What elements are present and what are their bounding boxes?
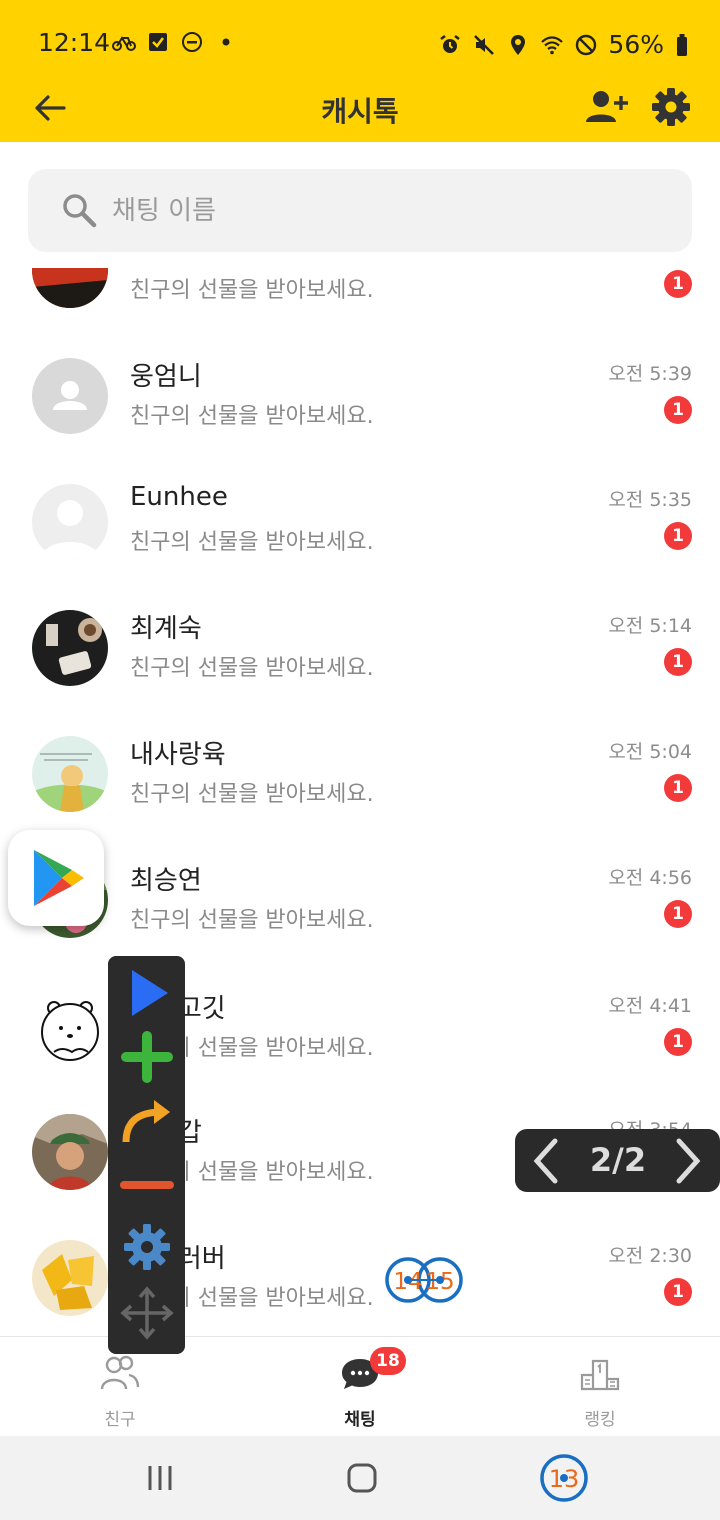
- avatar: [32, 990, 108, 1066]
- status-right-icons: 56%: [438, 30, 690, 59]
- redo-arrow-icon[interactable]: [118, 1092, 176, 1150]
- dot-icon: [222, 38, 230, 46]
- avatar: [32, 484, 108, 560]
- chat-row[interactable]: 최승연 친구의 선물을 받아보세요. 오전 4:56 1: [0, 845, 720, 971]
- chat-preview: 친구의 선물을 받아보세요.: [130, 404, 374, 429]
- location-icon: [511, 34, 526, 55]
- status-time: 12:14: [38, 28, 111, 57]
- avatar: [32, 1114, 108, 1190]
- page-indicator: 2/2: [515, 1129, 720, 1192]
- dnd-icon: [182, 32, 202, 52]
- chat-time: 오전 4:56: [608, 867, 692, 889]
- blocked-icon: [576, 34, 597, 55]
- chat-row[interactable]: 웅엄니 친구의 선물을 받아보세요. 오전 5:39 1: [0, 341, 720, 467]
- alarm-icon: [440, 34, 461, 53]
- move-handle-icon[interactable]: [118, 1284, 176, 1342]
- avatar: [32, 268, 108, 308]
- chat-name: 최승연: [130, 866, 202, 896]
- chevron-left-icon[interactable]: [529, 1137, 563, 1185]
- unread-badge: 1: [664, 648, 692, 676]
- add-button[interactable]: [118, 1028, 176, 1086]
- chat-time: 오전 4:41: [608, 995, 692, 1017]
- toolbar-settings-icon[interactable]: [118, 1218, 176, 1276]
- chat-preview: 친구의 선물을 받아보세요.: [130, 656, 374, 681]
- unread-badge: 1: [664, 270, 692, 298]
- avatar: [32, 610, 108, 686]
- app-bar: 캐시톡: [0, 72, 720, 142]
- bottom-nav: 친구 18 채팅 랭킹: [0, 1336, 720, 1436]
- macro-marker-icon[interactable]: 13: [538, 1452, 590, 1504]
- remove-button[interactable]: [118, 1156, 176, 1214]
- chat-row[interactable]: Eunhee 친구의 선물을 받아보세요. 오전 5:35 1: [0, 467, 720, 593]
- system-nav-bar: 13: [0, 1436, 720, 1520]
- chat-time: 오전 2:30: [608, 1245, 692, 1267]
- chat-name: 내사랑육: [130, 740, 226, 770]
- screen: 12:14 56% 캐시톡 채팅 이름 친구의 선물을 받아보세요. 1 웅엄니…: [0, 0, 720, 1520]
- page-counter: 2/2: [589, 1141, 647, 1179]
- chat-time: 오전 5:35: [608, 489, 692, 511]
- avatar: [32, 1240, 108, 1316]
- unread-badge: 1: [664, 900, 692, 928]
- chat-preview: 친구의 선물을 받아보세요.: [130, 782, 374, 807]
- unread-badge: 1: [664, 1278, 692, 1306]
- search-input[interactable]: [112, 191, 652, 231]
- recents-button[interactable]: [138, 1456, 182, 1500]
- settings-button[interactable]: [650, 86, 692, 128]
- unread-badge: 1: [664, 774, 692, 802]
- bike-icon: [112, 36, 136, 51]
- chat-preview: 친구의 선물을 받아보세요.: [130, 530, 374, 555]
- unread-badge: 1: [664, 522, 692, 550]
- chat-preview: 친구의 선물을 받아보세요.: [130, 908, 374, 933]
- macro-touch-markers[interactable]: 14 15: [384, 1256, 468, 1306]
- play-store-icon: [34, 850, 84, 906]
- tab-ranking-label: 랭킹: [584, 1410, 616, 1430]
- chat-row[interactable]: 내사랑육 친구의 선물을 받아보세요. 오전 5:04 1: [0, 719, 720, 845]
- tab-chat[interactable]: 18 채팅: [240, 1337, 480, 1437]
- chevron-right-icon[interactable]: [671, 1137, 705, 1185]
- friends-icon: [100, 1355, 140, 1390]
- mute-icon: [474, 34, 495, 55]
- tab-chat-label: 채팅: [344, 1410, 376, 1430]
- wifi-icon: [541, 35, 564, 54]
- avatar: [32, 736, 108, 812]
- unread-badge: 1: [664, 396, 692, 424]
- tab-friends-label: 친구: [104, 1410, 136, 1430]
- chat-name: 웅엄니: [130, 362, 202, 392]
- avatar: [32, 358, 108, 434]
- chat-time: 오전 5:14: [608, 615, 692, 637]
- chat-name: 최계숙: [130, 614, 202, 644]
- chat-time: 오전 5:39: [608, 363, 692, 385]
- podium-icon: [580, 1359, 620, 1391]
- chat-row[interactable]: 최계숙 친구의 선물을 받아보세요. 오전 5:14 1: [0, 593, 720, 719]
- chat-row[interactable]: 친구의 선물을 받아보세요. 1: [0, 268, 720, 341]
- status-left-icons: [112, 30, 238, 54]
- play-button[interactable]: [118, 964, 176, 1022]
- battery-icon: [677, 33, 687, 56]
- add-friend-button[interactable]: [584, 86, 628, 128]
- battery-percent: 56%: [608, 30, 664, 59]
- chat-preview: 친구의 선물을 받아보세요.: [130, 278, 374, 303]
- search-icon: [63, 194, 97, 228]
- chat-name: Eunhee: [130, 482, 228, 512]
- checkbox-icon: [149, 33, 167, 51]
- tab-ranking[interactable]: 랭킹: [480, 1337, 720, 1437]
- macro-toolbar: [108, 956, 185, 1354]
- chat-unread-badge: 18: [370, 1347, 406, 1375]
- chat-time: 오전 5:04: [608, 741, 692, 763]
- home-button[interactable]: [340, 1456, 384, 1500]
- search-bar[interactable]: [28, 169, 692, 252]
- play-store-shortcut[interactable]: [8, 830, 104, 926]
- unread-badge: 1: [664, 1028, 692, 1056]
